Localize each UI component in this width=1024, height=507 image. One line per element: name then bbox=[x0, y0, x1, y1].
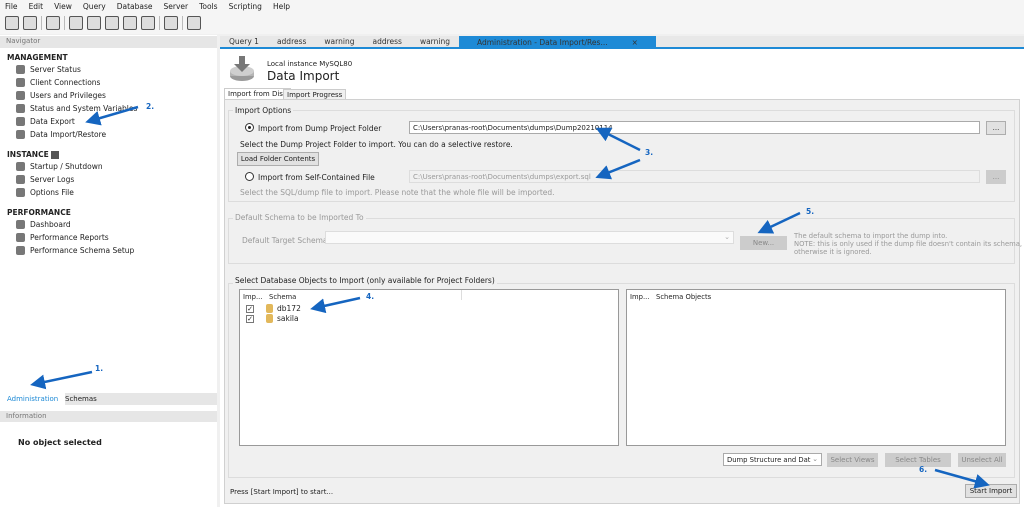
annotation-3: 3. bbox=[645, 148, 654, 157]
arrow-3a bbox=[595, 127, 641, 152]
annotation-6: 6. bbox=[919, 465, 928, 474]
annotation-1: 1. bbox=[95, 364, 104, 373]
annotation-2: 2. bbox=[146, 102, 155, 111]
arrow-1 bbox=[30, 370, 93, 390]
arrow-3b bbox=[595, 158, 641, 180]
arrow-2 bbox=[85, 105, 139, 126]
arrow-5 bbox=[757, 211, 801, 234]
annotation-4: 4. bbox=[366, 292, 375, 301]
arrow-6 bbox=[934, 468, 990, 489]
annotation-5: 5. bbox=[806, 207, 815, 216]
annotation-arrows bbox=[30, 105, 990, 489]
arrow-4 bbox=[310, 296, 361, 314]
